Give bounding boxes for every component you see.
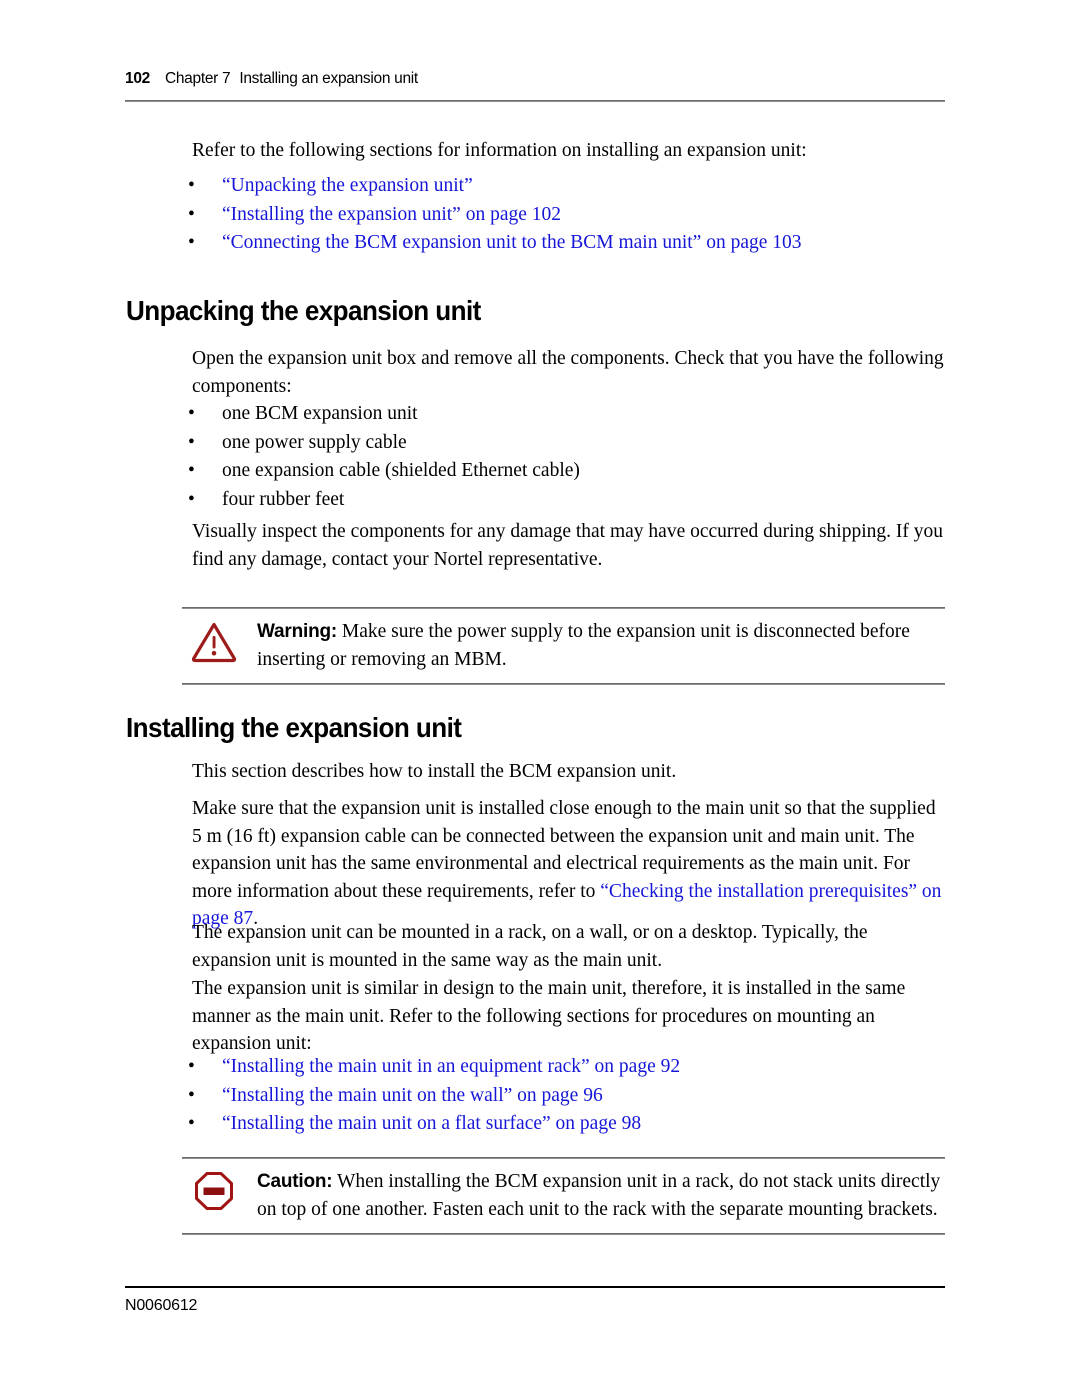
list-item-label: four rubber feet (222, 488, 345, 510)
caution-octagon-icon (190, 1169, 238, 1213)
admonition-bottom-rule (182, 683, 945, 685)
caution-label: Caution: (257, 1171, 333, 1192)
inspect-paragraph: Visually inspect the components for any … (192, 521, 943, 570)
list-item[interactable]: • “Connecting the BCM expansion unit to … (186, 229, 956, 258)
cross-reference-link[interactable]: “Unpacking the expansion unit” (222, 175, 473, 196)
running-header: 102 Chapter 7 Installing an expansion un… (125, 70, 945, 88)
bullet-icon: • (188, 488, 195, 510)
list-item[interactable]: • “Installing the main unit on a flat su… (186, 1110, 956, 1139)
installing-paragraph-2: Make sure that the expansion unit is ins… (192, 795, 944, 933)
bullet-icon: • (188, 1113, 195, 1134)
installing-link-list: • “Installing the main unit in an equipm… (186, 1053, 956, 1139)
document-number: N0060612 (125, 1297, 198, 1314)
list-item[interactable]: • “Installing the expansion unit” on pag… (186, 201, 956, 230)
caution-admonition: Caution: When installing the BCM expansi… (182, 1157, 945, 1235)
warning-admonition: Warning: Make sure the power supply to t… (182, 607, 945, 685)
list-item[interactable]: • “Unpacking the expansion unit” (186, 172, 956, 201)
bullet-icon: • (188, 403, 195, 424)
list-item: • one expansion cable (shielded Ethernet… (186, 457, 956, 486)
document-page: 102 Chapter 7 Installing an expansion un… (0, 0, 1080, 1397)
list-item-label: one expansion cable (shielded Ethernet c… (222, 460, 580, 481)
bullet-icon: • (188, 203, 195, 225)
cross-reference-link[interactable]: “Installing the main unit in an equipmen… (222, 1056, 680, 1077)
cross-reference-link[interactable]: “Installing the expansion unit” on page … (222, 204, 561, 225)
cross-reference-link[interactable]: “Installing the main unit on the wall” o… (222, 1085, 603, 1106)
warning-message: Warning: Make sure the power supply to t… (257, 618, 945, 673)
list-item[interactable]: • “Installing the main unit on the wall”… (186, 1082, 956, 1111)
installing-paragraph-1: This section describes how to install th… (192, 761, 677, 782)
caution-message: Caution: When installing the BCM expansi… (257, 1168, 945, 1223)
list-item-label: one BCM expansion unit (222, 403, 418, 424)
list-item[interactable]: • “Installing the main unit in an equipm… (186, 1053, 956, 1082)
cross-reference-link[interactable]: “Installing the main unit on a flat surf… (222, 1113, 641, 1134)
intro-paragraph: Refer to the following sections for info… (192, 140, 807, 161)
list-item-label: one power supply cable (222, 431, 407, 453)
page-number: 102 (125, 70, 150, 87)
header-divider (125, 100, 945, 102)
unpacking-intro-paragraph: Open the expansion unit box and remove a… (192, 348, 944, 397)
installing-paragraph-3: The expansion unit can be mounted in a r… (192, 922, 868, 971)
warning-label: Warning: (257, 621, 338, 642)
bullet-icon: • (188, 175, 195, 196)
chapter-title: Installing an expansion unit (239, 70, 418, 87)
cross-reference-link[interactable]: “Connecting the BCM expansion unit to th… (222, 232, 802, 253)
list-item: • four rubber feet (186, 486, 956, 515)
admonition-bottom-rule (182, 1233, 945, 1235)
warning-text: Make sure the power supply to the expans… (257, 621, 910, 670)
intro-link-list: • “Unpacking the expansion unit” • “Inst… (186, 172, 956, 258)
footer-divider (125, 1286, 945, 1288)
bullet-icon: • (188, 232, 195, 253)
bullet-icon: • (188, 1056, 195, 1077)
chapter-label: Chapter 7 (164, 70, 231, 87)
caution-text: When installing the BCM expansion unit i… (257, 1171, 941, 1220)
list-item: • one BCM expansion unit (186, 400, 956, 429)
components-list: • one BCM expansion unit • one power sup… (186, 400, 956, 514)
page-title-unpacking: Unpacking the expansion unit (126, 295, 481, 326)
bullet-icon: • (188, 460, 195, 481)
bullet-icon: • (188, 1084, 195, 1106)
installing-paragraph-4: The expansion unit is similar in design … (192, 978, 906, 1054)
page-title-installing: Installing the expansion unit (126, 712, 462, 743)
warning-triangle-icon (190, 619, 238, 663)
list-item: • one power supply cable (186, 429, 956, 458)
bullet-icon: • (188, 431, 195, 453)
